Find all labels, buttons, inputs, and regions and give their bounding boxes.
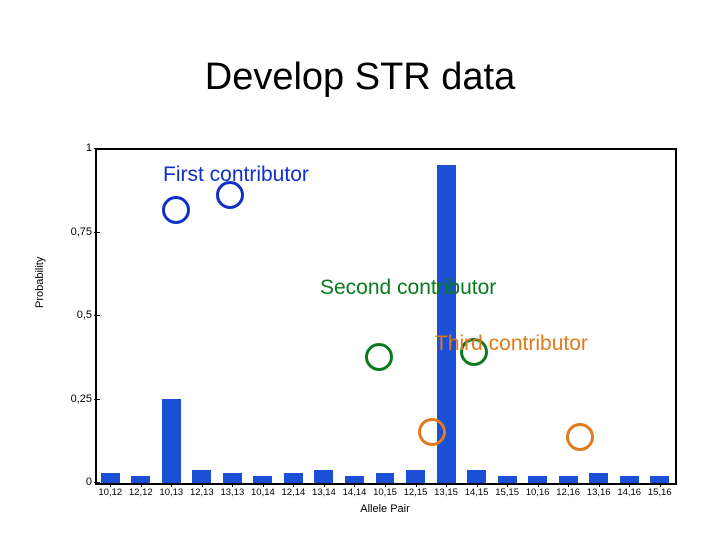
chart: 0 0,25 0,5 0,75 1 Probability Allele Pai…: [30, 138, 690, 518]
ytick-label: 0: [86, 476, 92, 488]
xtick-label: 10,16: [526, 487, 550, 498]
ytick-3: 0,75: [64, 227, 92, 238]
label-first-contributor: First contributor: [163, 163, 309, 187]
bar: [620, 476, 639, 483]
marker-second-1: [365, 343, 393, 371]
xtick-label: 12,16: [556, 487, 580, 498]
label-second-contributor: Second contributor: [320, 276, 496, 300]
bar: [223, 473, 242, 483]
bar: [467, 470, 486, 483]
bar: [376, 473, 395, 483]
xtick-label: 13,13: [220, 487, 244, 498]
ytick-label: 1: [86, 142, 92, 154]
bar: [101, 473, 120, 483]
ytick-4: 1: [64, 143, 92, 154]
bar: [528, 476, 547, 483]
marker-third-1: [418, 418, 446, 446]
bar: [406, 470, 425, 483]
xtick-label: 10,14: [251, 487, 275, 498]
xtick-label: 10,15: [373, 487, 397, 498]
bar: [131, 476, 150, 483]
xtick-label: 12,14: [282, 487, 306, 498]
ytick-1: 0,25: [64, 394, 92, 405]
bar: [589, 473, 608, 483]
ytick-label: 0,25: [71, 393, 92, 405]
bar: [284, 473, 303, 483]
bar: [345, 476, 364, 483]
ytick-0: 0: [64, 477, 92, 488]
xtick-label: 15,16: [648, 487, 672, 498]
x-axis-label: Allele Pair: [95, 503, 675, 515]
bar: [253, 476, 272, 483]
marker-third-2: [566, 423, 594, 451]
xtick-label: 12,12: [129, 487, 153, 498]
page-title: Develop STR data: [0, 56, 720, 99]
xtick-label: 13,15: [434, 487, 458, 498]
ytick-label: 0,5: [77, 309, 92, 321]
bar: [559, 476, 578, 483]
y-axis-label: Probability: [34, 257, 46, 308]
xtick-label: 14,14: [343, 487, 367, 498]
bar: [650, 476, 669, 483]
ytick-label: 0,75: [71, 226, 92, 238]
bar: [498, 476, 517, 483]
xtick-label: 13,16: [587, 487, 611, 498]
xtick-label: 12,13: [190, 487, 214, 498]
bar: [162, 399, 181, 483]
slide: Develop STR data 0 0,25 0,5 0,75 1 Proba…: [0, 0, 720, 540]
xtick-label: 14,16: [617, 487, 641, 498]
xtick-label: 15,15: [495, 487, 519, 498]
bar: [314, 470, 333, 483]
bar: [192, 470, 211, 483]
xtick-label: 14,15: [465, 487, 489, 498]
ytick-2: 0,5: [64, 310, 92, 321]
xtick-label: 10,13: [159, 487, 183, 498]
xtick-label: 13,14: [312, 487, 336, 498]
xtick-label: 12,15: [404, 487, 428, 498]
marker-first-1: [162, 196, 190, 224]
xtick-label: 10,12: [98, 487, 122, 498]
label-third-contributor: Third contributor: [435, 332, 588, 356]
